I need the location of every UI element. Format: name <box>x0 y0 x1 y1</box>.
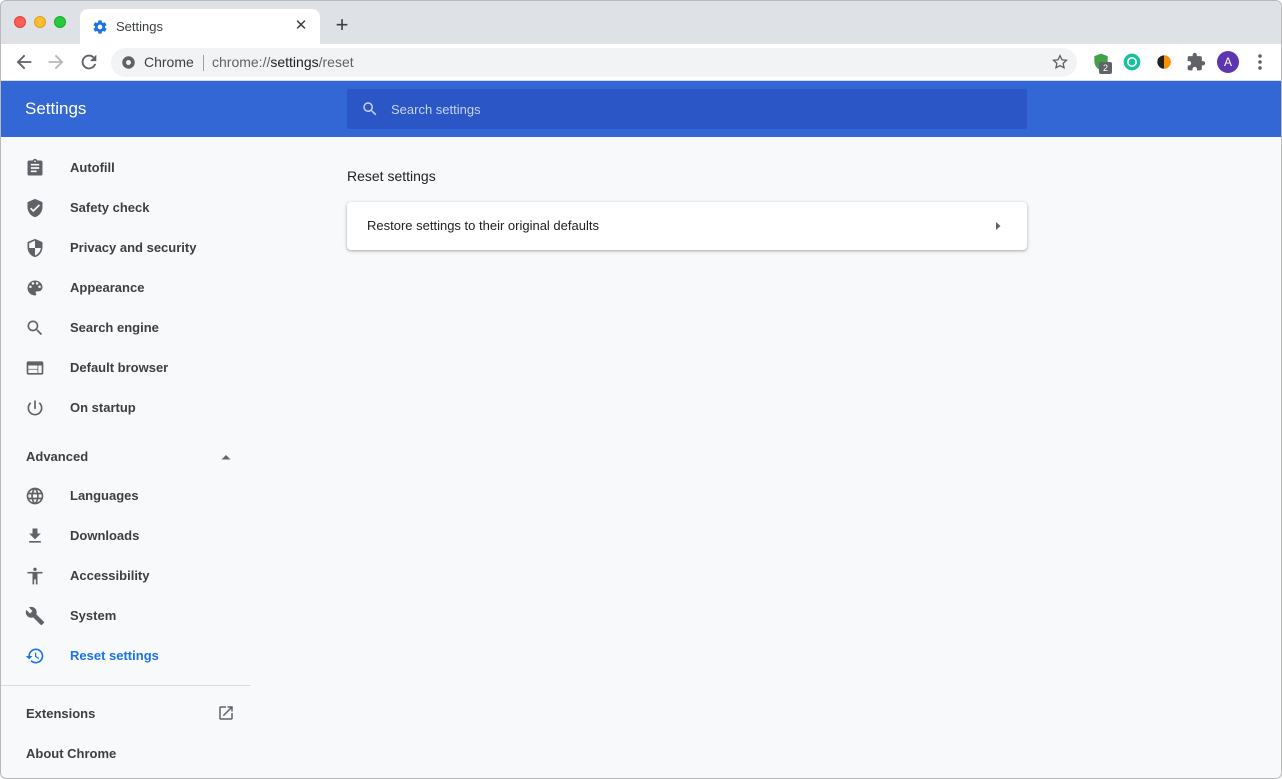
restore-defaults-row[interactable]: Restore settings to their original defau… <box>347 202 1027 250</box>
sidebar-item-label: Reset settings <box>70 648 159 663</box>
url-text[interactable]: chrome://settings/reset <box>212 54 354 70</box>
sidebar-item-label: Languages <box>70 488 139 503</box>
advanced-section-toggle[interactable]: Advanced <box>26 449 88 464</box>
globe-icon <box>26 487 44 505</box>
download-icon <box>29 528 41 543</box>
forward-arrow-icon[interactable] <box>44 51 68 73</box>
sidebar-item-on-startup[interactable]: On startup <box>1 388 251 428</box>
sidebar-item-reset-settings[interactable]: Reset settings <box>1 636 251 676</box>
shield-check-icon <box>27 198 43 218</box>
close-tab-icon[interactable]: ✕ <box>292 17 310 35</box>
maximize-window-button[interactable] <box>54 16 66 28</box>
shield-icon <box>27 238 43 258</box>
address-bar[interactable]: Chrome chrome://settings/reset <box>111 48 1077 77</box>
sidebar-item-safety-check[interactable]: Safety check <box>1 188 251 228</box>
search-icon <box>27 320 43 336</box>
sidebar-item-label: On startup <box>70 400 136 415</box>
sidebar-item-privacy[interactable]: Privacy and security <box>1 228 251 268</box>
sidebar-item-label: System <box>70 608 117 623</box>
sidebar-item-about-chrome[interactable]: About Chrome <box>26 746 116 761</box>
sidebar-item-default-browser[interactable]: Default browser <box>1 348 251 388</box>
site-label: Chrome <box>144 54 194 70</box>
search-input[interactable] <box>391 89 1011 129</box>
close-window-button[interactable] <box>14 16 26 28</box>
browser-window: Settings ✕ + Chrome chrome://settings/re… <box>0 0 1282 779</box>
chrome-page-icon[interactable] <box>121 55 136 70</box>
sidebar-item-appearance[interactable]: Appearance <box>1 268 251 308</box>
open-in-new-icon[interactable] <box>217 704 235 722</box>
half-moon-extension-icon[interactable] <box>1154 52 1174 72</box>
sidebar-item-accessibility[interactable]: Accessibility <box>1 556 251 596</box>
sidebar-item-autofill[interactable]: Autofill <box>1 148 251 188</box>
extension-shield-button[interactable]: 2 <box>1091 52 1112 74</box>
sidebar-item-label: Appearance <box>70 280 145 295</box>
sidebar-item-label: Search engine <box>70 320 159 335</box>
new-tab-button[interactable]: + <box>331 14 353 36</box>
browser-toolbar: Chrome chrome://settings/reset 2 A <box>1 44 1281 81</box>
sidebar-item-languages[interactable]: Languages <box>1 476 251 516</box>
palette-icon <box>27 280 43 296</box>
sidebar-item-label: Safety check <box>70 200 150 215</box>
tab-title: Settings <box>116 19 163 34</box>
more-vert-icon[interactable] <box>1253 52 1267 72</box>
extension-badge: 2 <box>1099 62 1112 74</box>
sidebar-divider <box>1 685 251 686</box>
reload-icon[interactable] <box>77 51 101 73</box>
clipboard-icon <box>27 158 43 176</box>
gear-icon <box>93 20 107 34</box>
sidebar-item-label: Default browser <box>70 360 169 375</box>
minimize-window-button[interactable] <box>34 16 46 28</box>
accessibility-icon <box>27 567 43 585</box>
sidebar-item-system[interactable]: System <box>1 596 251 636</box>
page-title: Settings <box>25 99 87 118</box>
sidebar-item-label: Downloads <box>70 528 140 543</box>
sidebar-item-label: Privacy and security <box>70 240 197 255</box>
url-prefix: chrome:// <box>212 54 271 70</box>
restore-icon <box>25 648 44 664</box>
search-icon <box>363 102 377 116</box>
tab-strip: Settings ✕ + <box>1 1 1281 44</box>
settings-header: Settings <box>1 81 1281 137</box>
search-box[interactable] <box>347 89 1027 129</box>
grammarly-icon[interactable] <box>1122 52 1142 72</box>
tab-settings[interactable]: Settings ✕ <box>80 9 320 44</box>
puzzle-icon[interactable] <box>1186 52 1206 72</box>
restore-defaults-label: Restore settings to their original defau… <box>367 218 599 233</box>
browser-icon <box>26 361 44 375</box>
sidebar-item-label: Accessibility <box>70 568 150 583</box>
bookmark-star-icon[interactable] <box>1051 53 1069 71</box>
omnibox-divider <box>203 55 204 71</box>
back-arrow-icon[interactable] <box>12 51 36 73</box>
sidebar: Autofill Safety check Privacy and securi… <box>1 137 251 778</box>
section-title: Reset settings <box>347 168 436 184</box>
sidebar-item-search-engine[interactable]: Search engine <box>1 308 251 348</box>
sidebar-item-label: Autofill <box>70 160 115 175</box>
power-icon <box>27 400 43 416</box>
arrow-right-icon <box>996 222 1001 230</box>
sidebar-item-downloads[interactable]: Downloads <box>1 516 251 556</box>
sidebar-item-extensions[interactable]: Extensions <box>26 706 95 721</box>
wrench-icon <box>25 606 45 626</box>
profile-avatar[interactable]: A <box>1217 51 1239 73</box>
caret-up-icon[interactable] <box>220 451 232 463</box>
url-host: settings <box>270 54 319 70</box>
url-path: /reset <box>318 54 354 70</box>
